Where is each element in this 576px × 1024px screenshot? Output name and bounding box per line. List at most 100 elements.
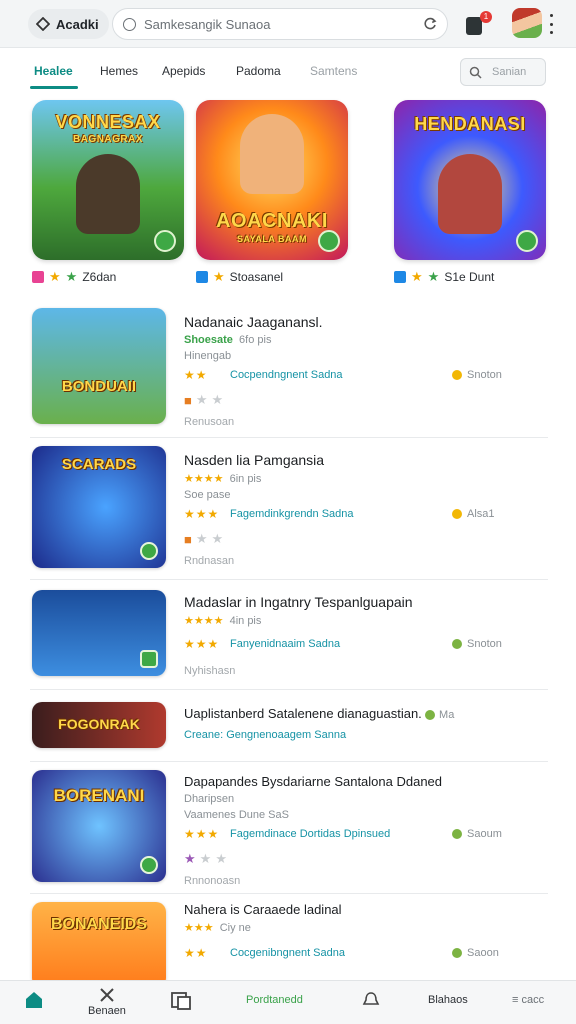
featured-cover[interactable]: HENDANASI	[394, 100, 546, 260]
app-brand-button[interactable]: Acadki	[28, 9, 109, 39]
status-info: Saoon	[452, 947, 499, 959]
nav-library[interactable]	[170, 989, 192, 1013]
nav-blahaos[interactable]: Blahaos	[428, 994, 468, 1006]
star-icon[interactable]: ★	[215, 851, 227, 867]
list-item[interactable]: BORENANI Dapapandes Bysdariarne Santalon…	[30, 762, 548, 894]
action-icons: ★ ★ ★	[184, 851, 548, 867]
tab-hemes[interactable]: Hemes	[100, 64, 138, 78]
nav-notifications[interactable]	[362, 991, 380, 1011]
more-options-icon[interactable]	[548, 14, 554, 34]
star-icon[interactable]: ★	[200, 851, 212, 867]
search-button[interactable]: Sanian	[460, 58, 546, 86]
game-thumbnail[interactable]: BONANEIDS	[32, 902, 166, 988]
game-subline: ★★★★ 4in pis	[184, 614, 548, 627]
nav-more[interactable]: ≡ cacc	[512, 994, 544, 1006]
featured-cover-title: AOACNAKI	[216, 210, 328, 232]
play-icon[interactable]	[140, 856, 158, 874]
developer-link[interactable]: Fagemdinkgrendn Sadna	[230, 508, 354, 520]
basket-icon[interactable]: ■	[184, 532, 192, 547]
featured-cover[interactable]: VONNESAX BAGNAGRAX	[32, 100, 184, 260]
library-icon	[171, 992, 191, 1010]
featured-meta-text: S1e Dunt	[444, 270, 495, 284]
app-brand-label: Acadki	[56, 16, 99, 32]
game-thumbnail[interactable]: BONDUAII	[32, 308, 166, 424]
game-title[interactable]: Nadanaic Jaaganansl.	[184, 314, 548, 330]
featured-cover[interactable]: AOACNAKI SAYALA BAAM	[196, 100, 348, 260]
featured-card[interactable]: AOACNAKI SAYALA BAAM ★ Stoasanel	[196, 100, 348, 284]
tab-home[interactable]: Healee	[34, 64, 73, 78]
featured-meta-text: Z6dan	[82, 270, 117, 284]
status-text: Ma	[439, 709, 455, 721]
game-meta-line: Vaamenes Dune SaS	[184, 809, 289, 821]
star-icon: ★	[65, 269, 78, 284]
diamond-icon	[36, 17, 50, 31]
developer-link[interactable]: Cocpendngnent Sadna	[230, 369, 343, 381]
game-title[interactable]: Dapapandes Bysdariarne Santalona Ddaned	[184, 774, 548, 789]
list-item[interactable]: Madaslar in Ingatnry Tespanlguapain ★★★★…	[30, 580, 548, 690]
featured-card[interactable]: VONNESAX BAGNAGRAX ★ ★ Z6dan	[32, 100, 184, 284]
category-tabs: Healee Hemes Apepids Padoma Samtens Sani…	[28, 58, 548, 90]
game-title[interactable]: Nasden lia Pamgansia	[184, 452, 548, 468]
site-info-icon[interactable]	[123, 17, 136, 31]
nav-home[interactable]	[24, 991, 44, 1011]
game-thumbnail[interactable]: BORENANI	[32, 770, 166, 882]
thumbnail-title: SCARADS	[61, 456, 137, 473]
detail-text: 4in pis	[229, 615, 262, 627]
highlight-text: ★★★★	[184, 615, 224, 627]
avatar[interactable]	[512, 8, 542, 38]
star-icon[interactable]: ★	[212, 531, 224, 547]
game-subline: ★★★ Ciy ne	[184, 921, 548, 934]
thumbnail-title: FOGONRAK	[58, 716, 140, 732]
star-icon[interactable]: ★	[196, 392, 208, 408]
tab-apepids[interactable]: Apepids	[162, 64, 205, 78]
rating-stars: ★★★	[184, 507, 220, 521]
tab-samtens[interactable]: Samtens	[310, 64, 357, 78]
game-thumbnail[interactable]: FOGONRAK	[32, 702, 166, 748]
star-icon[interactable]: ★	[212, 392, 224, 408]
rating-stars: ★★	[184, 946, 208, 960]
game-subline: ★★★★ 6in pis	[184, 472, 548, 485]
basket-icon[interactable]: ■	[184, 393, 192, 408]
tab-padoma[interactable]: Padoma	[236, 64, 281, 78]
notifications-button[interactable]: 1	[466, 11, 492, 35]
play-icon[interactable]	[516, 230, 538, 252]
featured-card[interactable]: HENDANASI ★ ★ S1e Dunt	[394, 100, 546, 284]
game-thumbnail[interactable]: SCARADS	[32, 446, 166, 568]
featured-meta-text: Stoasanel	[229, 270, 284, 284]
developer-link[interactable]: Cocgenibngnent Sadna	[230, 947, 345, 959]
play-icon[interactable]	[140, 650, 158, 668]
detail-text: 6in pis	[229, 473, 262, 485]
game-title[interactable]: Nahera is Caraaede ladinal	[184, 902, 548, 917]
list-item[interactable]: BONANEIDS Nahera is Caraaede ladinal ★★★…	[30, 894, 548, 988]
detail-text: Ciy ne	[219, 922, 251, 934]
play-icon[interactable]	[140, 542, 158, 560]
address-bar[interactable]: Samkesangik Sunaoa	[112, 8, 448, 40]
list-item[interactable]: FOGONRAK Uaplistanberd Satalenene dianag…	[30, 690, 548, 762]
developer-link[interactable]: Creane: Gengnenoaagem Sanna	[184, 729, 548, 741]
status-dot-icon	[452, 829, 462, 839]
nav-label: Benaen	[88, 1005, 126, 1017]
list-item[interactable]: SCARADS Nasden lia Pamgansia ★★★★ 6in pi…	[30, 438, 548, 580]
genre-icon	[32, 271, 44, 283]
developer-link[interactable]: Fagemdinace Dortidas Dpinsued	[230, 828, 390, 840]
game-title[interactable]: Madaslar in Ingatnry Tespanlguapain	[184, 594, 548, 610]
star-icon[interactable]: ★	[196, 531, 208, 547]
nav-benaen[interactable]: Benaen	[88, 987, 126, 1017]
game-thumbnail[interactable]	[32, 590, 166, 676]
status-dot-icon	[452, 370, 462, 380]
developer-link[interactable]: Fanyenidnaaim Sadna	[230, 638, 340, 650]
notification-count-badge: 1	[480, 11, 492, 23]
notification-icon	[466, 17, 482, 35]
status-text: Snoton	[467, 638, 502, 650]
featured-cover-subtitle: BAGNAGRAX	[72, 134, 144, 145]
play-icon[interactable]	[154, 230, 176, 252]
play-icon[interactable]	[318, 230, 340, 252]
reload-icon[interactable]	[423, 17, 437, 31]
game-title[interactable]: Uaplistanberd Satalenene dianaguastian. …	[184, 706, 548, 721]
star-icon: ★	[213, 269, 225, 284]
star-icon[interactable]: ★	[184, 851, 196, 867]
star-icon: ★	[411, 269, 423, 284]
thumbnail-title: BONDUAII	[61, 378, 137, 395]
nav-pordtanedd[interactable]: Pordtanedd	[246, 994, 303, 1006]
list-item[interactable]: BONDUAII Nadanaic Jaaganansl. Shoesate 6…	[30, 298, 548, 438]
